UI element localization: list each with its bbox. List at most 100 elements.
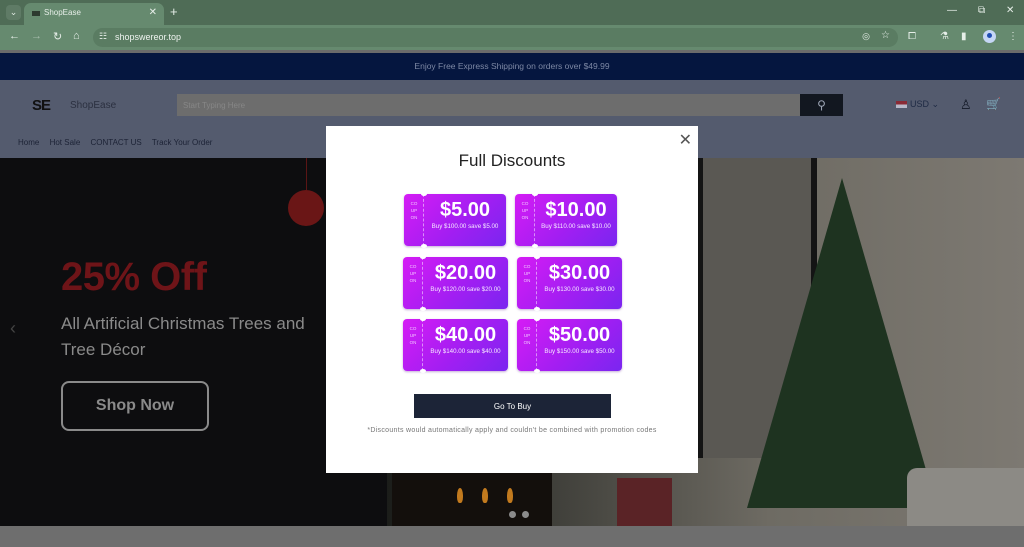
coupon-notch [421, 192, 427, 196]
promo-bar: Enjoy Free Express Shipping on orders ov… [0, 53, 1024, 80]
coupon-notch [421, 244, 427, 248]
coupon-stub-label: COUPON [410, 201, 418, 220]
cart-icon[interactable]: 🛒 [986, 97, 1001, 111]
coupon-amount: $20.00 [434, 262, 497, 284]
carousel-dot[interactable] [522, 511, 529, 518]
coupon-description: Buy $130.00 save $30.00 [544, 286, 615, 293]
minimize-icon[interactable]: — [947, 5, 957, 16]
coupon-card[interactable]: COUPON $50.00 Buy $150.00 save $50.00 [517, 317, 622, 373]
coupon-amount: $10.00 [545, 199, 607, 221]
coupon-description: Buy $110.00 save $10.00 [541, 223, 611, 230]
coupon-notch [534, 369, 540, 373]
coupon-notch [534, 255, 540, 259]
coupon-card[interactable]: COUPON $40.00 Buy $140.00 save $40.00 [403, 317, 508, 373]
go-to-buy-button[interactable]: Go To Buy [414, 394, 611, 418]
coupon-stub-label: COUPON [523, 264, 531, 283]
coupon-description: Buy $150.00 save $50.00 [544, 348, 615, 355]
shop-now-button[interactable]: Shop Now [61, 381, 209, 431]
coupon-amount: $50.00 [548, 324, 611, 346]
sofa-image [907, 468, 1024, 526]
url-text[interactable]: shopswereor.top [115, 32, 181, 42]
coupon-stub: COUPON [517, 319, 537, 371]
close-window-icon[interactable]: ✕ [1006, 5, 1014, 16]
search-input[interactable] [177, 94, 800, 116]
coupon-stub-label: COUPON [409, 264, 417, 283]
coupon-stub-label: COUPON [521, 201, 529, 220]
coupon-stub: COUPON [403, 257, 423, 309]
favicon-icon [32, 11, 40, 16]
nav-home[interactable]: Home [18, 138, 39, 147]
extensions-puzzle-icon[interactable]: ⧠ [908, 31, 916, 42]
coupon-card[interactable]: COUPON $5.00 Buy $100.00 save $5.00 [404, 192, 506, 248]
search-box [177, 94, 800, 116]
eye-off-icon[interactable]: ◎ [862, 31, 870, 42]
forward-icon[interactable]: → [31, 30, 42, 42]
gift-box-image [617, 478, 672, 526]
home-icon[interactable]: ⌂ [73, 30, 80, 42]
tab-close-icon[interactable]: ✕ [149, 7, 157, 18]
back-icon[interactable]: ← [9, 30, 20, 42]
coupon-stub: COUPON [403, 319, 423, 371]
coupon-notch [420, 317, 426, 321]
coupon-stub: COUPON [517, 257, 537, 309]
brand-name[interactable]: ShopEase [70, 100, 116, 111]
coupon-notch [534, 307, 540, 311]
coupon-amount: $5.00 [439, 199, 491, 221]
nav-contact-us[interactable]: CONTACT US [91, 138, 142, 147]
flame-decor [482, 488, 488, 503]
coupon-card[interactable]: COUPON $30.00 Buy $130.00 save $30.00 [517, 255, 622, 311]
modal-title: Full Discounts [458, 151, 566, 170]
tab-shopease[interactable]: ShopEase ✕ [24, 3, 164, 25]
nav-track-order[interactable]: Track Your Order [152, 138, 213, 147]
coupon-notch [420, 307, 426, 311]
currency-label: USD [910, 99, 930, 109]
currency-selector[interactable]: USD ⌄ [896, 99, 939, 110]
modal-close-icon[interactable]: ✕ [679, 130, 692, 150]
coupon-description: Buy $140.00 save $40.00 [430, 348, 501, 355]
coupon-notch [420, 369, 426, 373]
carousel-dot[interactable] [509, 511, 516, 518]
coupon-amount: $40.00 [434, 324, 497, 346]
address-bar[interactable]: ☷ shopswereor.top ◎ ☆ [93, 28, 898, 47]
profile-avatar-icon[interactable] [983, 30, 996, 43]
us-flag-icon [896, 101, 907, 109]
coupon-card[interactable]: COUPON $20.00 Buy $120.00 save $20.00 [403, 255, 508, 311]
coupon-notch [532, 192, 538, 196]
browser-toolbar: ← → ↻ ⌂ ☷ shopswereor.top ◎ ☆ ⧠ ⚗ ▮ ⋮ [0, 25, 1024, 50]
kebab-menu-icon[interactable]: ⋮ [1008, 31, 1018, 42]
tab-strip: ⌄ ShopEase ✕ + — ⧉ ✕ [0, 0, 1024, 25]
sidepanel-icon[interactable]: ▮ [961, 31, 967, 42]
ornament-icon [288, 190, 324, 226]
coupon-amount: $30.00 [548, 262, 611, 284]
browser-chrome: ⌄ ShopEase ✕ + — ⧉ ✕ ← → ↻ ⌂ ☷ shopswere… [0, 0, 1024, 50]
hero-subtitle: All Artificial Christmas Trees and Tree … [61, 314, 305, 359]
coupon-card[interactable]: COUPON $10.00 Buy $110.00 save $10.00 [515, 192, 617, 248]
labs-flask-icon[interactable]: ⚗ [940, 31, 949, 42]
fireplace-image [392, 473, 552, 526]
coupon-notch [420, 255, 426, 259]
coupon-stub-label: COUPON [523, 326, 531, 345]
coupon-description: Buy $120.00 save $20.00 [430, 286, 501, 293]
bookmark-star-icon[interactable]: ☆ [881, 30, 890, 41]
coupon-stub: COUPON [404, 194, 424, 246]
flame-decor [457, 488, 463, 503]
flame-decor [507, 488, 513, 503]
search-icon: ⚲ [817, 98, 826, 112]
nav-hot-sale[interactable]: Hot Sale [50, 138, 81, 147]
site-info-icon[interactable]: ☷ [99, 31, 107, 42]
search-button[interactable]: ⚲ [800, 94, 843, 116]
new-tab-icon[interactable]: + [170, 4, 178, 19]
chevron-down-icon: ⌄ [931, 99, 940, 109]
coupon-stub: COUPON [515, 194, 535, 246]
user-account-icon[interactable]: ♙ [960, 97, 972, 113]
reload-icon[interactable]: ↻ [53, 30, 62, 43]
coupon-description: Buy $100.00 save $5.00 [431, 223, 499, 230]
coupon-notch [534, 317, 540, 321]
restore-icon[interactable]: ⧉ [978, 5, 985, 16]
tab-search-button[interactable]: ⌄ [6, 5, 21, 20]
hero-title: 25% Off [61, 255, 207, 299]
tab-title: ShopEase [44, 8, 81, 17]
carousel-prev-icon[interactable]: ‹ [10, 318, 16, 339]
logo[interactable]: SE [32, 97, 51, 114]
chevron-down-icon: ⌄ [9, 7, 18, 17]
